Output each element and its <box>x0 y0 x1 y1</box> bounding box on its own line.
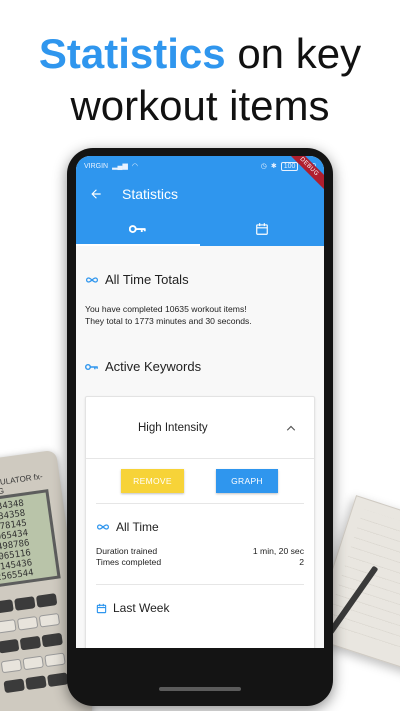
stat-label: Duration trained <box>96 546 158 556</box>
signal-icon: ▂▄▆ <box>112 163 128 170</box>
infinity-icon <box>97 524 109 530</box>
calculator-lcd: 1534348 2434358 8678145 1065434 5498786 … <box>0 489 61 589</box>
all-time-block: All Time Duration trained 1 min, 20 sec … <box>96 520 304 576</box>
wifi-icon: ◠ <box>131 163 138 170</box>
totals-line: You have completed 10635 workout items! <box>85 304 247 314</box>
calendar-icon <box>96 603 107 613</box>
app-bar: Statistics <box>76 176 324 212</box>
bluetooth-icon: ✱ <box>270 163 277 170</box>
all-time-stats: Duration trained 1 min, 20 sec Times com… <box>96 546 304 568</box>
stats-content: All Time Totals You have completed 10635… <box>76 272 324 648</box>
keyword-expand-header[interactable]: High Intensity <box>86 397 314 459</box>
remove-button[interactable]: REMOVE <box>121 469 184 493</box>
stat-value: 2 <box>299 557 304 567</box>
chevron-up-icon <box>286 425 296 431</box>
totals-text: You have completed 10635 workout items! … <box>85 303 315 327</box>
arrow-back-icon <box>91 189 101 199</box>
calendar-icon <box>256 223 268 235</box>
home-indicator[interactable] <box>159 687 241 691</box>
active-keywords-heading: Active Keywords <box>85 359 315 374</box>
section-title-text: All Time <box>116 520 159 534</box>
totals-line: They total to 1773 minutes and 30 second… <box>85 316 252 326</box>
stat-label: Times completed <box>96 557 162 567</box>
section-title-text: All Time Totals <box>105 272 189 287</box>
tab-indicator <box>76 244 200 246</box>
battery-icon: 100 <box>280 161 299 171</box>
key-icon <box>129 225 146 233</box>
headline: Statistics on key workout items <box>0 28 400 132</box>
headline-line2: workout items <box>70 82 330 129</box>
headline-accent: Statistics <box>38 30 226 77</box>
keyword-name: High Intensity <box>138 421 208 434</box>
alarm-icon: ◷ <box>260 163 267 170</box>
graph-button[interactable]: GRAPH <box>216 469 278 493</box>
tab-calendar[interactable] <box>200 212 324 246</box>
stat-value: 1 min, 20 sec <box>252 546 304 556</box>
last-week-heading: Last Week <box>96 601 304 615</box>
tab-keywords[interactable] <box>76 212 200 246</box>
status-bar: VIRGIN ▂▄▆ ◠ ◷ ✱ 100 5:20 DEBUG <box>76 156 324 192</box>
carrier-label: VIRGIN <box>84 162 109 170</box>
divider <box>96 584 304 585</box>
promo-screenshot: Statistics on key workout items CALCULAT… <box>0 0 400 711</box>
all-time-totals-heading: All Time Totals <box>85 272 315 287</box>
key-icon <box>85 363 98 370</box>
app-screen: VIRGIN ▂▄▆ ◠ ◷ ✱ 100 5:20 DEBUG Statisti… <box>76 156 324 648</box>
all-time-heading: All Time <box>96 520 304 534</box>
stat-row-duration: Duration trained 1 min, 20 sec <box>96 546 304 557</box>
back-button[interactable] <box>86 184 106 204</box>
tab-bar <box>76 212 324 246</box>
last-week-block: Last Week <box>96 601 304 623</box>
stat-row-times: Times completed 2 <box>96 557 304 568</box>
infinity-icon <box>86 276 98 283</box>
section-title-text: Last Week <box>113 601 170 615</box>
page-title: Statistics <box>122 186 179 202</box>
phone-frame: VIRGIN ▂▄▆ ◠ ◷ ✱ 100 5:20 DEBUG Statisti… <box>67 148 333 706</box>
section-title-text: Active Keywords <box>105 359 202 374</box>
keyword-actions: REMOVE GRAPH <box>96 459 304 504</box>
headline-rest: on key <box>225 30 362 77</box>
keyword-card: High Intensity REMOVE GRAPH All Time Dur… <box>85 396 315 648</box>
